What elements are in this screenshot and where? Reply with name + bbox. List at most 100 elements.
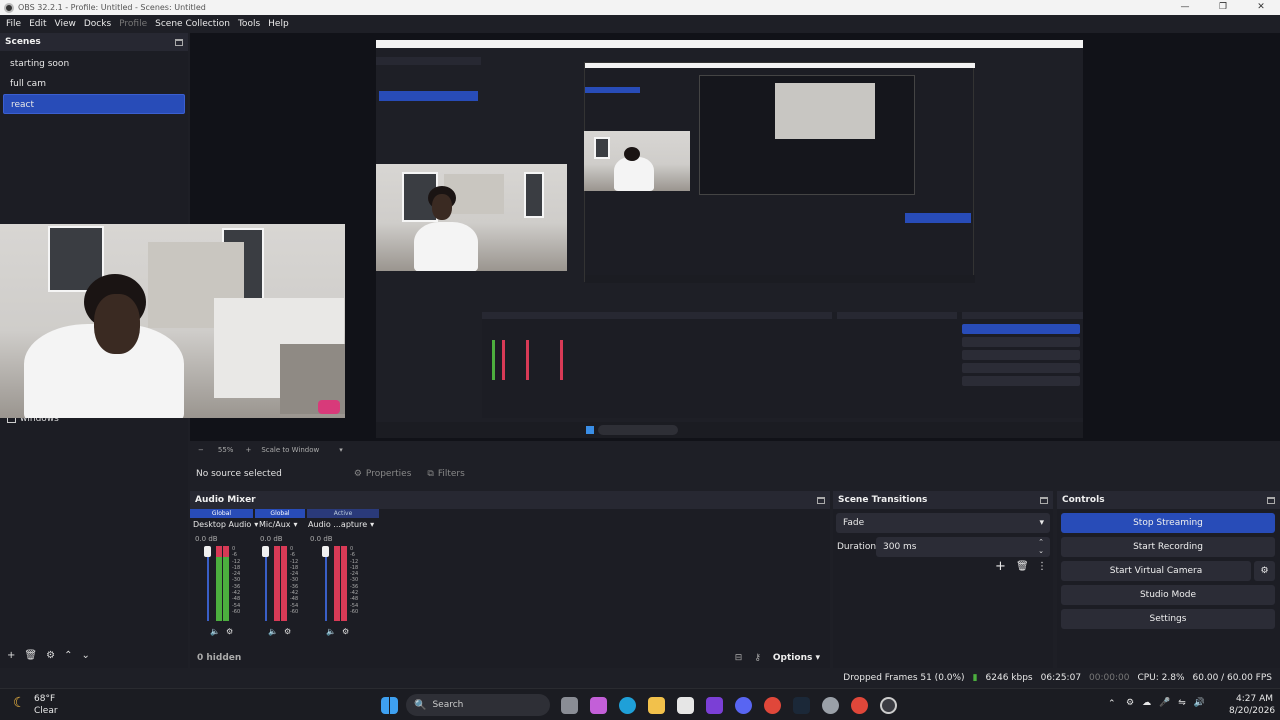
preview-canvas[interactable] [376,40,1083,438]
chevron-down-icon[interactable]: ▾ [370,520,374,529]
volume-meter [281,546,287,621]
rec-time: 00:00:00 [1089,673,1130,683]
chevron-down-icon[interactable]: ▾ [254,520,258,529]
duration-field[interactable]: 300 ms ⌃ ⌄ [876,537,1050,557]
dropped-frames: Dropped Frames 51 (0.0%) [843,673,965,683]
app-icon[interactable] [706,697,723,714]
menu-docks[interactable]: Docks [80,19,115,29]
window-title: OBS 32.2.1 - Profile: Untitled - Scenes:… [18,3,206,12]
start-virtual-camera-button[interactable]: Start Virtual Camera [1061,561,1251,581]
menu-scene-collection[interactable]: Scene Collection [151,19,234,29]
webcam-source[interactable] [0,224,345,418]
volume-slider[interactable] [207,546,209,621]
close-button[interactable]: ✕ [1242,0,1280,15]
menu-bar: File Edit View Docks Profile Scene Colle… [0,15,1280,32]
scene-item-starting-soon[interactable]: starting soon [3,54,185,74]
filters-button[interactable]: ⧉ Filters [427,469,464,479]
scenes-toolbar: + 🗑 ⚙ ⌃ ⌄ [0,644,188,666]
maximize-button[interactable]: ❐ [1204,0,1242,15]
mixer-bottom-bar: 0 hidden ⊟ ⚷ Options ▾ [190,647,830,668]
stream-time: 06:25:07 [1040,673,1082,683]
menu-file[interactable]: File [2,19,25,29]
more-icon[interactable]: ⋮ [1037,561,1047,572]
steam-icon[interactable] [793,697,810,714]
zoom-mode[interactable]: Scale to Window [261,446,319,454]
stop-streaming-button[interactable]: Stop Streaming [1061,513,1275,533]
tray-overflow-icon[interactable]: ⌃ [1108,699,1116,709]
speaker-icon[interactable]: 🔈 [268,627,278,636]
search-placeholder: Search [432,700,464,710]
settings-app-icon[interactable] [822,697,839,714]
channel-settings-icon[interactable]: ⚙ [226,627,233,636]
gear-icon[interactable]: ⚙ [46,650,55,661]
transition-select[interactable]: Fade ▾ [836,513,1050,533]
add-scene-icon[interactable]: + [7,650,15,661]
chevron-down-icon[interactable]: ▾ [1039,513,1044,533]
link-icon[interactable]: ⚷ [754,653,761,663]
start-recording-button[interactable]: Start Recording [1061,537,1275,557]
channel-name[interactable]: Mic/Aux ▾ [259,520,298,529]
undock-icon[interactable] [817,496,825,504]
options-button[interactable]: Options ▾ [773,653,820,663]
undock-icon[interactable] [175,38,183,46]
stepper-icon[interactable]: ⌃ ⌄ [1038,538,1044,556]
move-up-icon[interactable]: ⌃ [64,650,72,661]
volume-knob[interactable] [262,546,269,557]
trash-icon[interactable]: 🗑 [24,650,37,661]
minimize-button[interactable]: — [1166,0,1204,15]
obs-icon[interactable] [880,697,897,714]
chevron-down-icon[interactable]: ▾ [339,446,343,454]
windows-taskbar: ☾ 68°F Clear 🔍 Search ⌃ ⚙☁🎤⇋🔊 4:27 AM 8/… [0,688,1280,720]
weather-icon[interactable]: ☾ [13,695,26,711]
add-icon[interactable]: + [995,559,1006,574]
channel-name[interactable]: Audio ...apture ▾ [308,520,374,529]
windows-start-icon[interactable] [381,697,398,714]
chrome-icon[interactable] [764,697,781,714]
clock-time[interactable]: 4:27 AM [1236,694,1273,704]
chevron-down-icon[interactable]: ▾ [294,520,298,529]
task-view-icon[interactable] [561,697,578,714]
speaker-icon[interactable]: 🔈 [326,627,336,636]
menu-edit[interactable]: Edit [25,19,50,29]
move-down-icon[interactable]: ⌄ [81,650,89,661]
undock-icon[interactable] [1267,496,1275,504]
menu-view[interactable]: View [51,19,80,29]
discord-icon[interactable] [735,697,752,714]
speaker-icon[interactable]: 🔈 [210,627,220,636]
clock-date[interactable]: 8/20/2026 [1229,706,1275,716]
scenes-title: Scenes [5,37,41,47]
menu-help[interactable]: Help [264,19,293,29]
file-explorer-icon[interactable] [648,697,665,714]
copilot-icon[interactable] [590,697,607,714]
channel-settings-icon[interactable]: ⚙ [284,627,291,636]
channel-settings-icon[interactable]: ⚙ [342,627,349,636]
chrome-icon[interactable] [851,697,868,714]
nested-scenes-header [376,57,481,65]
volume-knob[interactable] [322,546,329,557]
tray-icons[interactable]: ⚙☁🎤⇋🔊 [1126,698,1213,708]
volume-slider[interactable] [325,546,327,621]
settings-button[interactable]: Settings [1061,609,1275,629]
trash-icon[interactable]: 🗑 [1016,561,1029,572]
menu-profile[interactable]: Profile [115,19,151,29]
volume-slider[interactable] [265,546,267,621]
zoom-out-button[interactable]: − [198,446,204,454]
gear-icon[interactable]: ⚙ [1254,561,1275,581]
menu-tools[interactable]: Tools [234,19,264,29]
volume-knob[interactable] [204,546,211,557]
scene-item-full-cam[interactable]: full cam [3,74,185,94]
channel-db: 0.0 dB [195,535,218,543]
layout-icon[interactable]: ⊟ [735,653,743,663]
edge-icon[interactable] [619,697,636,714]
undock-icon[interactable] [1040,496,1048,504]
zoom-in-button[interactable]: + [245,446,251,454]
volume-meter [274,546,280,621]
signal-icon: ▮ [972,673,978,683]
studio-mode-button[interactable]: Studio Mode [1061,585,1275,605]
status-bar: Dropped Frames 51 (0.0%) ▮ 6246 kbps 06:… [0,668,1280,688]
channel-name[interactable]: Desktop Audio ▾ [193,520,258,529]
properties-button[interactable]: ⚙ Properties [354,469,412,479]
taskbar-search[interactable]: 🔍 Search [406,694,550,716]
store-icon[interactable] [677,697,694,714]
scene-item-react[interactable]: react [3,94,185,114]
